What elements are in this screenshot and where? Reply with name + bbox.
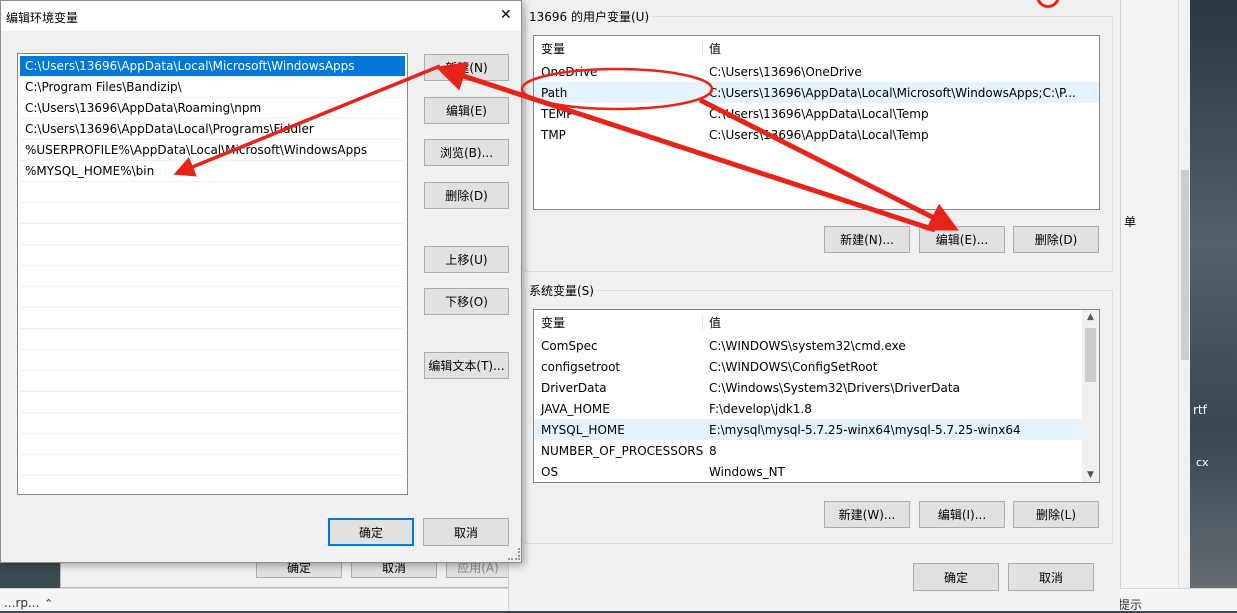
list-empty-row <box>20 371 405 392</box>
env-ok-button[interactable]: 确定 <box>913 563 999 591</box>
system-new-button[interactable]: 新建(W)... <box>824 501 910 528</box>
path-list[interactable]: C:\Users\13696\AppData\Local\Microsoft\W… <box>17 53 408 495</box>
var-name: OS <box>541 464 559 479</box>
background-fragment-3: cx <box>1196 456 1209 469</box>
list-empty-row <box>20 245 405 266</box>
var-name: DriverData <box>541 380 607 395</box>
edit-dialog-titlebar[interactable] <box>1 1 521 31</box>
list-empty-row <box>20 203 405 224</box>
list-empty-row <box>20 350 405 371</box>
var-name: TEMP <box>541 106 574 121</box>
var-name: NUMBER_OF_PROCESSORS <box>541 443 704 458</box>
scroll-thumb[interactable] <box>1085 328 1096 382</box>
system-vars-scrollbar[interactable]: ▲ ▼ <box>1082 310 1099 482</box>
list-item[interactable]: C:\Users\13696\AppData\Local\Microsoft\W… <box>20 56 405 77</box>
desktop-background <box>1190 0 1237 611</box>
system-vars-table[interactable]: 变量 值 ComSpec C:\WINDOWS\system32\cmd.exe… <box>533 309 1100 483</box>
list-empty-row <box>20 182 405 203</box>
var-value: F:\develop\jdk1.8 <box>709 401 812 416</box>
list-empty-row <box>20 308 405 329</box>
column-variable[interactable]: 变量 <box>541 314 565 331</box>
list-empty-row <box>20 224 405 245</box>
close-icon[interactable]: ✕ <box>500 7 512 23</box>
var-value: C:\WINDOWS\system32\cmd.exe <box>709 338 906 353</box>
list-item[interactable]: %USERPROFILE%\AppData\Local\Microsoft\Wi… <box>20 140 405 161</box>
var-value: C:\WINDOWS\ConfigSetRoot <box>709 359 878 374</box>
var-name: MYSQL_HOME <box>541 422 625 437</box>
list-empty-row <box>20 329 405 350</box>
list-empty-row <box>20 455 405 476</box>
list-empty-row <box>20 434 405 455</box>
browse-button[interactable]: 浏览(B)... <box>424 139 509 166</box>
table-header: 变量 值 <box>534 312 1099 333</box>
background-scrollbar[interactable] <box>1178 0 1190 600</box>
user-new-button[interactable]: 新建(N)... <box>824 226 910 253</box>
background-fragment-2: rtf <box>1193 403 1207 417</box>
new-button[interactable]: 新建(N) <box>424 54 509 81</box>
table-row-selected[interactable]: Path C:\Users\13696\AppData\Local\Micros… <box>534 82 1099 103</box>
table-header: 变量 值 <box>534 38 1099 59</box>
edit-cancel-button[interactable]: 取消 <box>423 518 509 546</box>
column-value[interactable]: 值 <box>709 314 1093 331</box>
table-row[interactable]: OS Windows_NT <box>534 461 1082 482</box>
list-item[interactable]: C:\Users\13696\AppData\Local\Programs\Fi… <box>20 119 405 140</box>
var-name: configsetroot <box>541 359 621 374</box>
edit-text-button[interactable]: 编辑文本(T)... <box>424 352 509 379</box>
column-value[interactable]: 值 <box>709 40 1093 57</box>
table-row[interactable]: configsetroot C:\WINDOWS\ConfigSetRoot <box>534 356 1082 377</box>
var-value: Windows_NT <box>709 464 785 479</box>
background-fragment-1: 单 <box>1124 215 1137 229</box>
column-variable[interactable]: 变量 <box>541 40 565 57</box>
scroll-down-icon[interactable]: ▼ <box>1082 470 1099 480</box>
user-vars-label: 13696 的用户变量(U) <box>527 8 652 25</box>
env-cancel-button[interactable]: 取消 <box>1008 563 1094 591</box>
system-vars-label: 系统变量(S) <box>527 282 596 299</box>
chevron-up-icon[interactable]: ⌃ <box>44 597 53 610</box>
var-value: 8 <box>709 443 717 458</box>
list-item[interactable]: C:\Users\13696\AppData\Roaming\npm <box>20 98 405 119</box>
table-row[interactable]: TEMP C:\Users\13696\AppData\Local\Temp <box>534 103 1099 124</box>
list-item[interactable]: C:\Program Files\Bandizip\ <box>20 77 405 98</box>
var-name: ComSpec <box>541 338 598 353</box>
table-row[interactable]: DriverData C:\Windows\System32\Drivers\D… <box>534 377 1082 398</box>
table-row[interactable]: NUMBER_OF_PROCESSORS 8 <box>534 440 1082 461</box>
var-value: C:\Windows\System32\Drivers\DriverData <box>709 380 960 395</box>
var-value: E:\mysql\mysql-5.7.25-winx64\mysql-5.7.2… <box>709 422 1021 437</box>
system-edit-button[interactable]: 编辑(I)... <box>919 501 1005 528</box>
system-delete-button[interactable]: 删除(L) <box>1013 501 1099 528</box>
var-value: C:\Users\13696\AppData\Local\Microsoft\W… <box>709 85 1076 100</box>
list-empty-row <box>20 413 405 434</box>
taskbar-item-right[interactable]: 提示 <box>1118 596 1142 613</box>
table-row[interactable]: JAVA_HOME F:\develop\jdk1.8 <box>534 398 1082 419</box>
list-empty-row <box>20 266 405 287</box>
var-value: C:\Users\13696\OneDrive <box>709 64 862 79</box>
user-delete-button[interactable]: 删除(D) <box>1013 226 1099 253</box>
resize-grip-icon[interactable] <box>508 548 520 560</box>
user-edit-button[interactable]: 编辑(E)... <box>919 226 1005 253</box>
var-name: TMP <box>541 127 566 142</box>
move-up-button[interactable]: 上移(U) <box>424 246 509 273</box>
var-name: Path <box>541 85 568 100</box>
edit-button[interactable]: 编辑(E) <box>424 97 509 124</box>
table-row[interactable]: TMP C:\Users\13696\AppData\Local\Temp <box>534 124 1099 145</box>
move-down-button[interactable]: 下移(O) <box>424 288 509 315</box>
user-vars-table[interactable]: 变量 值 OneDrive C:\Users\13696\OneDrive Pa… <box>533 35 1100 210</box>
taskbar-item-left[interactable]: ...rp... <box>4 596 39 610</box>
scroll-up-icon[interactable]: ▲ <box>1082 312 1099 322</box>
edit-dialog-title: 编辑环境变量 <box>6 11 79 25</box>
table-row[interactable]: OneDrive C:\Users\13696\OneDrive <box>534 61 1099 82</box>
var-name: JAVA_HOME <box>541 401 610 416</box>
var-value: C:\Users\13696\AppData\Local\Temp <box>709 106 929 121</box>
table-row-selected[interactable]: MYSQL_HOME E:\mysql\mysql-5.7.25-winx64\… <box>534 419 1082 440</box>
var-value: C:\Users\13696\AppData\Local\Temp <box>709 127 929 142</box>
list-empty-row <box>20 287 405 308</box>
delete-button[interactable]: 删除(D) <box>424 182 509 209</box>
edit-ok-button[interactable]: 确定 <box>328 518 414 546</box>
list-item[interactable]: %MYSQL_HOME%\bin <box>20 161 405 182</box>
list-empty-row <box>20 392 405 413</box>
table-row[interactable]: ComSpec C:\WINDOWS\system32\cmd.exe <box>534 335 1082 356</box>
var-name: OneDrive <box>541 64 598 79</box>
